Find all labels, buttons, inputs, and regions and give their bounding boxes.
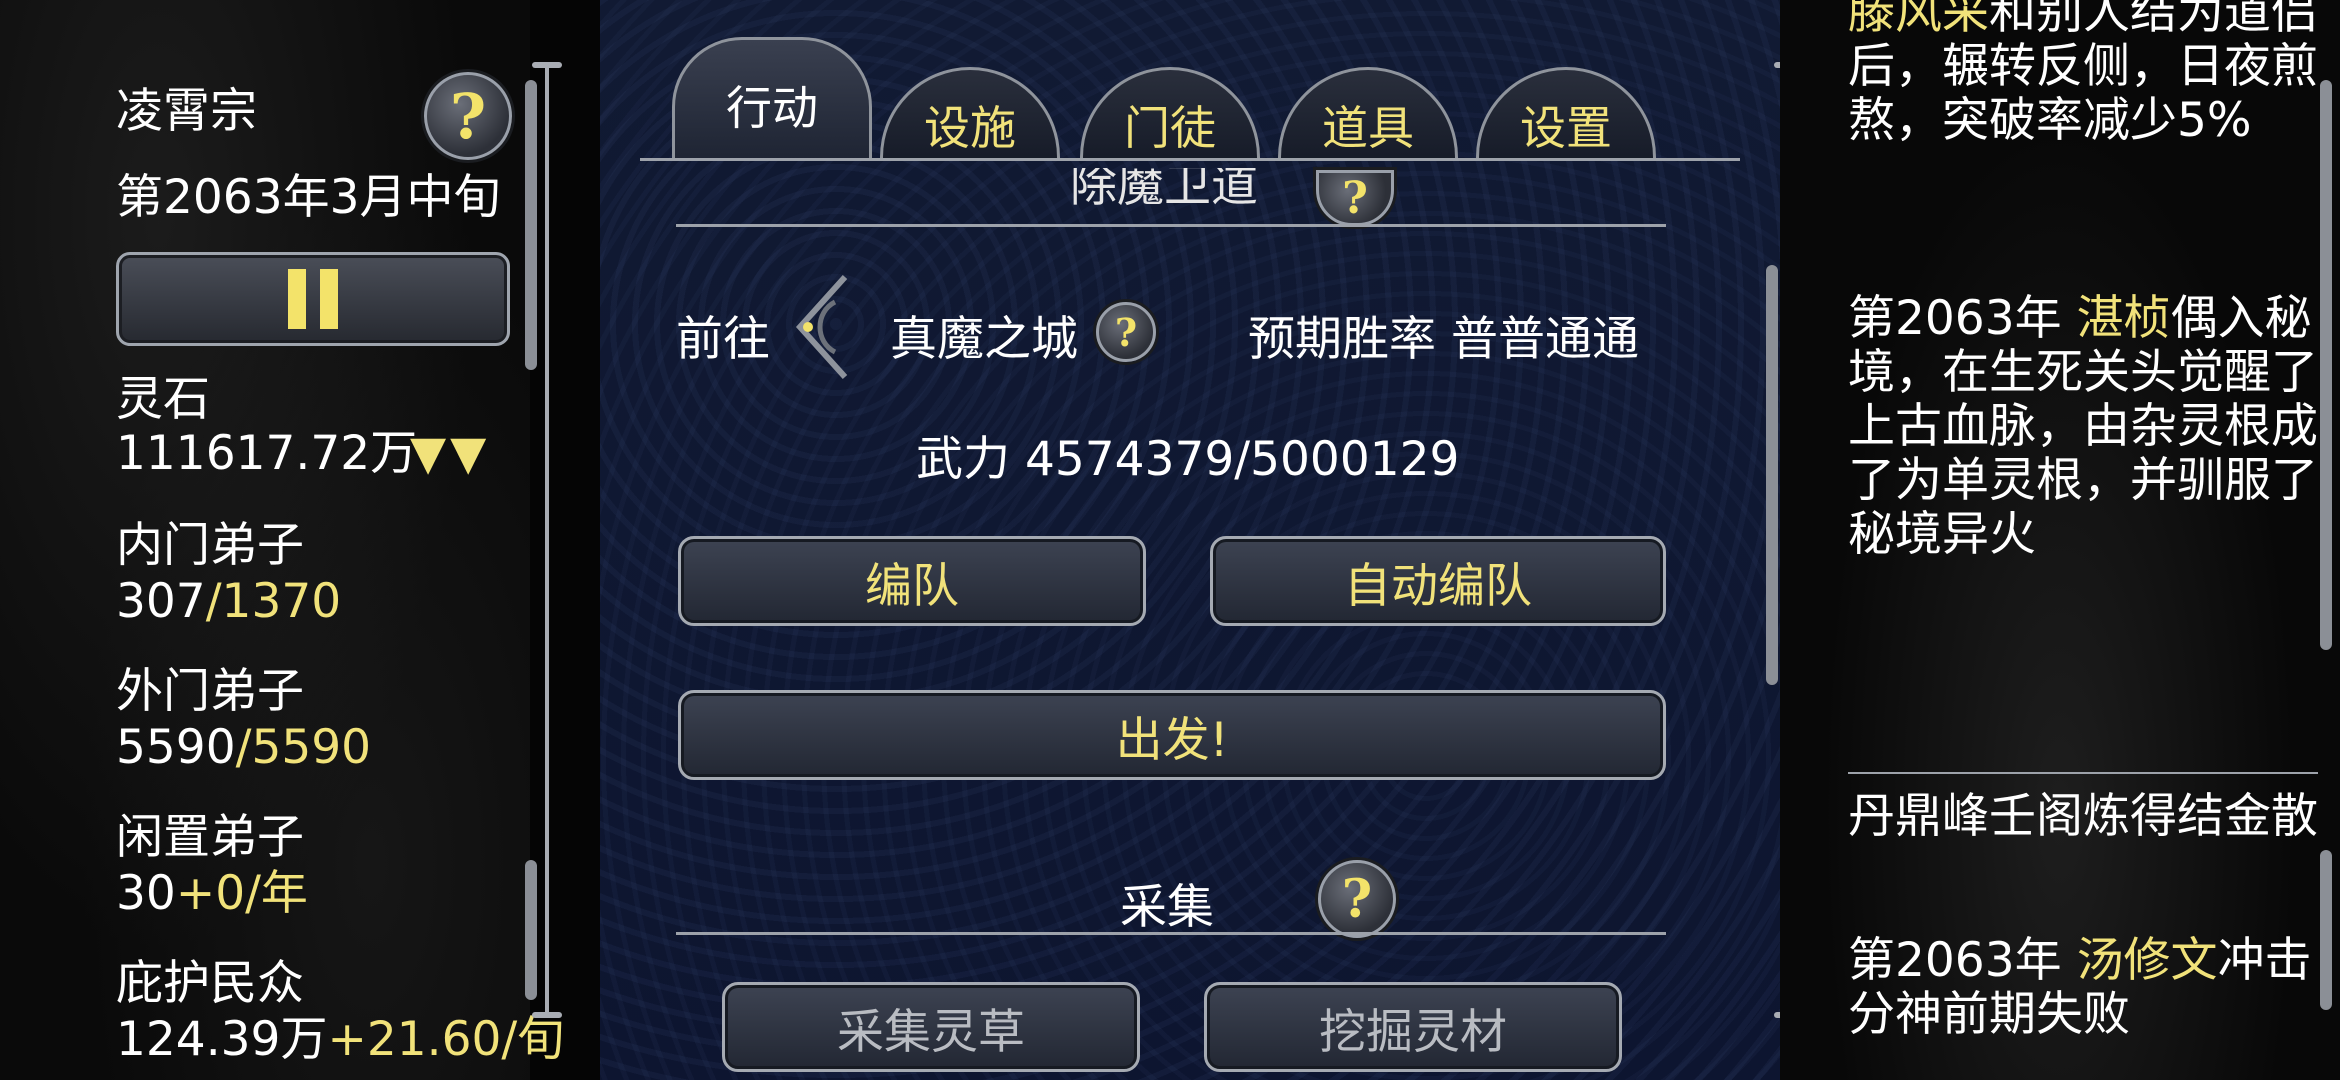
tab-disciples[interactable]: 门徒	[1080, 60, 1260, 160]
spirit-stone-label: 灵石	[116, 372, 210, 427]
force-value: 4574379/5000129	[1024, 432, 1460, 487]
goto-label: 前往	[676, 312, 770, 367]
idle-disciples-value: 30	[116, 866, 176, 921]
sect-name: 凌霄宗	[116, 84, 257, 139]
force-readout: 武力 4574379/5000129	[916, 420, 1459, 489]
game-date: 第2063年3月中旬	[116, 170, 501, 225]
sheltered-people-row: 124.39万+21.60/旬	[116, 1012, 564, 1068]
event-log-panel: 滕风采和别人结为道侣后，辗转反侧，日夜煎熬，突破率减少5% 第2063年 湛桢偶…	[1780, 0, 2340, 1080]
idle-disciples-rate: +0/年	[175, 866, 308, 921]
destination-name[interactable]: 真魔之城	[890, 300, 1078, 369]
force-label: 武力	[916, 432, 1010, 487]
log-entry-text: 丹鼎峰壬阁炼得结金散	[1848, 789, 2318, 844]
expected-rate-value: 普普通通	[1450, 312, 1639, 367]
log-entry-name: 湛桢	[2076, 292, 2171, 346]
expected-rate-label: 预期胜率	[1248, 312, 1436, 367]
section-help-icon[interactable]: ?	[1316, 170, 1394, 226]
log-scrollbar-thumb[interactable]	[2320, 80, 2332, 650]
gather-divider	[676, 932, 1666, 935]
trend-down-icon: ▼▼	[410, 426, 491, 481]
outer-disciples-value: 5590	[116, 720, 236, 775]
pause-button[interactable]	[116, 252, 510, 346]
left-scrollbar-thumb[interactable]	[525, 80, 537, 370]
left-scrollbar-thumb-lower[interactable]	[525, 860, 537, 1000]
gather-herb-button[interactable]: 采集灵草	[722, 982, 1140, 1072]
idle-disciples-row: 30+0/年	[116, 866, 308, 922]
log-entry-name: 滕风采	[1848, 0, 1989, 40]
auto-team-button[interactable]: 自动编队	[1210, 536, 1666, 626]
outer-disciples-capacity: /5590	[235, 720, 372, 775]
log-entry: 第2063年 汤修文冲击分神前期失败	[1848, 933, 2312, 1042]
log-entry: 滕风采和别人结为道侣后，辗转反侧，日夜煎熬，突破率减少5%	[1848, 0, 2318, 266]
ornate-arrow-icon[interactable]	[790, 272, 850, 382]
log-entry-name: 汤修文	[2076, 933, 2218, 988]
center-scrollbar-thumb[interactable]	[1766, 265, 1778, 685]
inner-disciples-value: 307	[116, 574, 206, 629]
inner-disciples-label: 内门弟子	[116, 518, 304, 573]
log-scrollbar-thumb-lower[interactable]	[2320, 850, 2332, 1010]
sheltered-people-rate: +21.60/旬	[327, 1012, 565, 1067]
gather-section-title: 采集	[1120, 880, 1214, 935]
gather-help-icon[interactable]: ?	[1318, 860, 1396, 938]
sheltered-people-value: 124.39万	[116, 1012, 328, 1067]
log-entry: 第2063年 湛桢偶入秘境，在生死关头觉醒了上古血脉，由杂灵根成了为单灵根，并驯…	[1848, 292, 2318, 562]
action-panel: 行动 设施 门徒 道具 设置 除魔卫道 ? 前往 真魔之城 ? 预期胜率 普普通…	[600, 0, 1780, 1080]
log-entry: 丹鼎峰壬阁炼得结金散	[1848, 790, 2318, 844]
tab-items[interactable]: 道具	[1278, 60, 1458, 160]
log-divider	[1848, 772, 2318, 774]
expected-rate: 预期胜率 普普通通	[1248, 300, 1639, 369]
tab-settings[interactable]: 设置	[1476, 60, 1656, 160]
idle-disciples-label: 闲置弟子	[116, 810, 304, 865]
outer-disciples-label: 外门弟子	[116, 664, 304, 719]
inner-disciples-row: 307/1370	[116, 574, 341, 630]
spirit-stone-value: 111617.72万	[116, 426, 418, 481]
tab-facilities[interactable]: 设施	[880, 60, 1060, 160]
sheltered-people-label: 庇护民众	[116, 956, 304, 1011]
inner-disciples-capacity: /1370	[205, 574, 342, 629]
outer-disciples-row: 5590/5590	[116, 720, 371, 776]
tab-bar-divider	[640, 158, 1740, 161]
left-scrollbar-track[interactable]	[545, 62, 549, 1017]
left-stats-panel: 凌霄宗 ? 第2063年3月中旬 灵石 111617.72万 ▼▼ 内门弟子 3…	[0, 0, 564, 1080]
pause-icon	[288, 269, 306, 329]
left-scrollbar-cap-bottom	[532, 1012, 562, 1018]
form-team-button[interactable]: 编队	[678, 536, 1146, 626]
dig-material-button[interactable]: 挖掘灵材	[1204, 982, 1622, 1072]
destination-help-icon[interactable]: ?	[1096, 302, 1156, 362]
tab-action[interactable]: 行动	[672, 20, 872, 160]
depart-button[interactable]: 出发!	[678, 690, 1666, 780]
help-icon[interactable]: ?	[424, 72, 512, 160]
section-title-partial: 除魔卫道	[1070, 168, 1258, 213]
section-divider	[676, 224, 1666, 227]
spirit-stone-row: 111617.72万	[116, 426, 417, 482]
